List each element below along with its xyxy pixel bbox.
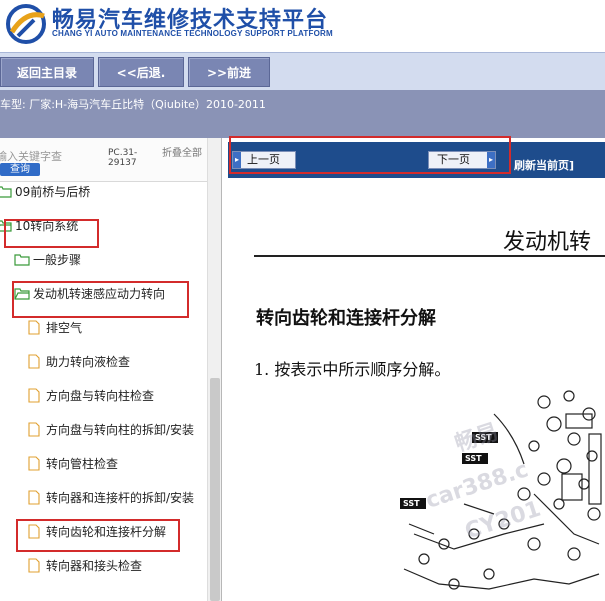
search-row: 输入关键字查 查询 PC.31-29137 折叠全部 [0,138,221,182]
folder-open-icon [14,284,30,300]
main-toolbar: 返回主目录 <<后退. >>前进 [0,52,605,90]
sidebar-scrollbar[interactable] [207,138,221,601]
scrollbar-thumb[interactable] [210,378,220,601]
sidebar: 输入关键字查 查询 PC.31-29137 折叠全部 09前桥与后桥 10转向系… [0,138,222,601]
tree-item-label: 转向管柱检查 [46,457,119,471]
page-nav-bar: ▸ 上一页 下一页 ▸ 刷新当前页] [228,142,605,178]
search-button[interactable]: 查询 [0,163,40,176]
heading-rule [254,255,605,257]
document-icon [28,455,40,471]
document-heading: 发动机转 [503,230,592,255]
tree-item-wheel-column-removal[interactable]: 方向盘与转向柱的拆卸/安装 [28,418,194,442]
document-icon [28,319,40,335]
vehicle-info-bar: 车型: 厂家:H-海马汽车丘比特（Qiubite）2010-2011 [0,90,605,138]
tree-item-label: 转向器和接头检查 [46,559,143,573]
content-pane: ▸ 上一页 下一页 ▸ 刷新当前页] 发动机转 转向齿轮和连接杆分解 1. 按表… [224,138,605,601]
tree-item-label: 转向齿轮和连接杆分解 [46,525,167,539]
arrow-left-icon: ▸ [233,152,241,168]
document-icon [28,557,40,573]
tree-item-speed-sensing-power-steering[interactable]: 发动机转速感应动力转向 [14,282,165,306]
tree-item-label: 10转向系统 [15,219,79,233]
tree-item-gear-linkage-removal[interactable]: 转向器和连接杆的拆卸/安装 [28,486,194,510]
tree-item-label: 转向器和连接杆的拆卸/安装 [46,491,195,505]
back-button[interactable]: <<后退. [98,57,184,87]
next-page-label: 下一页 [437,153,470,166]
tree-item-front-rear-axle[interactable]: 09前桥与后桥 [0,180,90,204]
folder-icon [0,182,12,198]
tree-item-bleeding[interactable]: 排空气 [28,316,82,340]
tree-item-label: 方向盘与转向柱检查 [46,389,155,403]
tree-item-label: 排空气 [46,321,83,335]
tree-item-label: 助力转向液检查 [46,355,131,369]
app-header: 畅易汽车维修技术支持平台 CHANG YI AUTO MAINTENANCE T… [0,0,605,50]
tree-item-label: 发动机转速感应动力转向 [33,287,166,301]
tree-item-general-steps[interactable]: 一般步骤 [14,248,81,272]
vehicle-text: 车型: 厂家:H-海马汽车丘比特（Qiubite）2010-2011 [0,98,266,111]
tree-item-gear-linkage-disassembly[interactable]: 转向齿轮和连接杆分解 [28,520,166,544]
home-button[interactable]: 返回主目录 [0,57,94,87]
tree-item-label: 09前桥与后桥 [15,185,91,199]
tree-item-gear-joint-check[interactable]: 转向器和接头检查 [28,554,142,578]
forward-button[interactable]: >>前进 [188,57,270,87]
next-page-button[interactable]: 下一页 ▸ [428,151,496,169]
document-icon [28,387,40,403]
sst-label: SST [403,499,420,508]
tree-item-column-check[interactable]: 转向管柱检查 [28,452,118,476]
tree-item-fluid-check[interactable]: 助力转向液检查 [28,350,130,374]
section-title: 转向齿轮和连接杆分解 [256,308,436,329]
arrow-right-icon: ▸ [487,152,495,168]
prev-page-label: 上一页 [247,153,280,166]
logo-icon [6,4,46,44]
folder-open-icon [0,216,12,232]
tree-item-label: 方向盘与转向柱的拆卸/安装 [46,423,195,437]
prev-page-button[interactable]: ▸ 上一页 [232,151,296,169]
tree-item-steering-system[interactable]: 10转向系统 [0,214,78,238]
app-subtitle: CHANG YI AUTO MAINTENANCE TECHNOLOGY SUP… [52,29,333,38]
tree-item-wheel-column-check[interactable]: 方向盘与转向柱检查 [28,384,154,408]
document-icon [28,523,40,539]
refresh-page-link[interactable]: 刷新当前页] [514,157,574,173]
document-icon [28,489,40,505]
document-icon [28,421,40,437]
tree-item-label: 一般步骤 [33,253,82,267]
pc-code: PC.31-29137 [108,148,138,168]
folder-icon [14,250,30,266]
document-icon [28,353,40,369]
collapse-all-link[interactable]: 折叠全部 [162,148,202,159]
step-instruction: 1. 按表示中所示顺序分解。 [254,360,451,379]
search-input[interactable]: 输入关键字查 [0,148,62,164]
